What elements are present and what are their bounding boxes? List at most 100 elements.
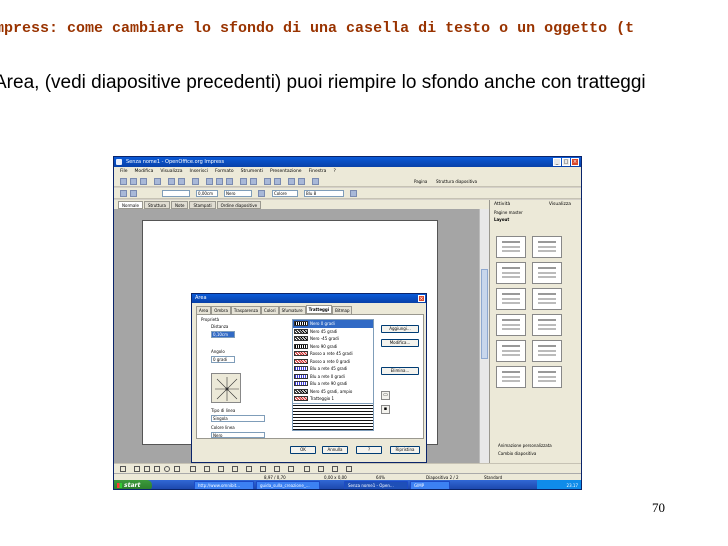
- dialog-close-icon[interactable]: ×: [418, 295, 425, 302]
- print-icon[interactable]: [178, 178, 185, 185]
- menu-strumenti[interactable]: Strumenti: [241, 167, 263, 176]
- minimize-icon[interactable]: _: [553, 158, 561, 166]
- save-hatch-icon[interactable]: ▪: [381, 405, 390, 414]
- extrusion-icon[interactable]: [346, 466, 352, 472]
- cancel-button[interactable]: Annulla: [322, 446, 348, 454]
- list-item[interactable]: Blu a rete 45 gradi: [293, 365, 373, 373]
- open-hatch-icon[interactable]: ▭: [381, 391, 390, 400]
- line-style-select[interactable]: [162, 190, 190, 197]
- chart-icon[interactable]: [264, 178, 271, 185]
- start-button[interactable]: start: [114, 480, 152, 489]
- arrow-style-icon[interactable]: [130, 190, 137, 197]
- task-impress[interactable]: Senza nome1 - Open...: [344, 481, 408, 489]
- layout-thumb[interactable]: [496, 262, 526, 284]
- area-icon[interactable]: [258, 190, 265, 197]
- list-item[interactable]: Tratteggio 1: [293, 395, 373, 403]
- save-icon[interactable]: [140, 178, 147, 185]
- stars-icon[interactable]: [288, 466, 294, 472]
- ellipse-icon[interactable]: [164, 466, 170, 472]
- image-icon[interactable]: [332, 466, 338, 472]
- layout-thumb[interactable]: [496, 236, 526, 258]
- distance-field[interactable]: 0,10cm: [211, 331, 235, 338]
- task-browser[interactable]: http://www.omnibit...: [194, 481, 254, 489]
- tab-note[interactable]: Note: [171, 201, 189, 209]
- tab-normale[interactable]: Normale: [118, 201, 143, 209]
- layout-button[interactable]: Struttura diapositiva: [436, 178, 477, 185]
- navigator-icon[interactable]: [288, 178, 295, 185]
- list-item[interactable]: Blu a rete 0 gradi: [293, 373, 373, 381]
- layout-thumb[interactable]: [496, 314, 526, 336]
- table-icon[interactable]: [274, 178, 281, 185]
- list-item[interactable]: Nero 90 gradi: [293, 343, 373, 351]
- menu-presentazione[interactable]: Presentazione: [270, 167, 302, 176]
- block-arrows-icon[interactable]: [246, 466, 252, 472]
- line-type-select[interactable]: Singola: [211, 415, 265, 422]
- curve-icon[interactable]: [190, 466, 196, 472]
- new-doc-icon[interactable]: [120, 178, 127, 185]
- section-master-pages[interactable]: Pagine master: [490, 209, 581, 216]
- list-item[interactable]: Nero 0 gradi: [293, 320, 373, 328]
- list-item[interactable]: Rosso a rete 45 gradi: [293, 350, 373, 358]
- page-button[interactable]: Pagina: [414, 178, 427, 185]
- menu-file[interactable]: File: [120, 167, 128, 176]
- layout-thumb[interactable]: [532, 366, 562, 388]
- task-gimp[interactable]: GIMP: [410, 481, 450, 489]
- close-icon[interactable]: ×: [571, 158, 579, 166]
- copy-icon[interactable]: [216, 178, 223, 185]
- modify-button[interactable]: Modifica...: [381, 339, 419, 347]
- spellcheck-icon[interactable]: [192, 178, 199, 185]
- arrow-tool-icon[interactable]: [144, 466, 150, 472]
- zoom-icon[interactable]: [298, 178, 305, 185]
- connector-icon[interactable]: [204, 466, 210, 472]
- tab-ordine-diapositive[interactable]: Ordine diapositive: [216, 201, 262, 209]
- layout-thumb[interactable]: [532, 314, 562, 336]
- line-tool-icon[interactable]: [134, 466, 140, 472]
- tab-stampati[interactable]: Stampati: [189, 201, 216, 209]
- line-icon[interactable]: [120, 190, 127, 197]
- fill-mode-select[interactable]: Colore: [272, 190, 298, 197]
- menu-help[interactable]: ?: [333, 167, 335, 176]
- layout-thumb[interactable]: [496, 366, 526, 388]
- menu-inserisci[interactable]: Inserisci: [190, 167, 208, 176]
- section-custom-animation[interactable]: Animazione personalizzata: [490, 442, 581, 449]
- shadow-icon[interactable]: [350, 190, 357, 197]
- points-icon[interactable]: [304, 466, 310, 472]
- undo-icon[interactable]: [240, 178, 247, 185]
- line-color-select[interactable]: Nero: [211, 432, 265, 438]
- ok-button[interactable]: OK: [290, 446, 316, 454]
- section-slide-transition[interactable]: Cambio diapositiva: [490, 450, 581, 457]
- pdf-export-icon[interactable]: [168, 178, 175, 185]
- layout-thumb[interactable]: [496, 288, 526, 310]
- help-icon[interactable]: [312, 178, 319, 185]
- angle-picker[interactable]: [211, 373, 241, 403]
- menu-finestra[interactable]: Finestra: [309, 167, 327, 176]
- delete-button[interactable]: Elimina...: [381, 367, 419, 375]
- edit-icon[interactable]: [154, 178, 161, 185]
- tab-tratteggi[interactable]: Tratteggi: [305, 305, 333, 314]
- vertical-scrollbar[interactable]: [479, 209, 489, 463]
- list-item[interactable]: Nero 45 gradi, ampio: [293, 388, 373, 396]
- view-menu-button[interactable]: Visualizza: [549, 200, 571, 209]
- add-button[interactable]: Aggiungi...: [381, 325, 419, 333]
- help-button[interactable]: ?: [356, 446, 382, 454]
- list-item[interactable]: Blu a rete 90 gradi: [293, 380, 373, 388]
- menu-formato[interactable]: Formato: [215, 167, 234, 176]
- basic-shapes-icon[interactable]: [218, 466, 224, 472]
- tab-struttura[interactable]: Struttura: [143, 201, 170, 209]
- reset-button[interactable]: Ripristina: [390, 446, 420, 454]
- menu-visualizza[interactable]: Visualizza: [160, 167, 182, 176]
- layout-thumb[interactable]: [532, 236, 562, 258]
- line-color-select[interactable]: Nero: [224, 190, 252, 197]
- fontwork-icon[interactable]: [318, 466, 324, 472]
- list-item[interactable]: Nero 45 gradi: [293, 328, 373, 336]
- redo-icon[interactable]: [250, 178, 257, 185]
- layout-thumb[interactable]: [496, 340, 526, 362]
- flowchart-icon[interactable]: [260, 466, 266, 472]
- callouts-icon[interactable]: [274, 466, 280, 472]
- section-layout[interactable]: Layout: [490, 216, 581, 223]
- symbol-shapes-icon[interactable]: [232, 466, 238, 472]
- rectangle-icon[interactable]: [154, 466, 160, 472]
- layout-thumb[interactable]: [532, 288, 562, 310]
- layout-thumb[interactable]: [532, 262, 562, 284]
- open-folder-icon[interactable]: [130, 178, 137, 185]
